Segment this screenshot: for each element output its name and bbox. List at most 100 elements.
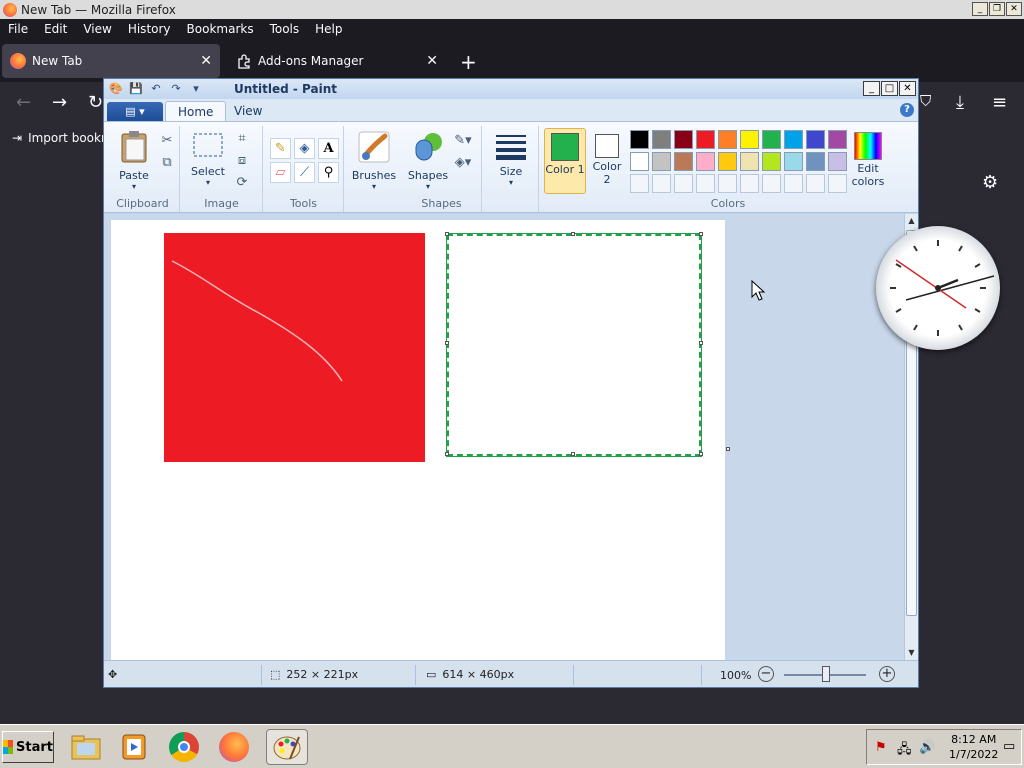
palette-swatch[interactable] [762,152,781,171]
selection-handle[interactable] [699,341,703,345]
new-tab-plus-icon[interactable]: + [460,50,477,74]
back-arrow-icon[interactable]: ← [16,92,31,113]
close-tab-icon[interactable]: ✕ [426,53,438,69]
paint-taskbar-button[interactable] [266,729,308,765]
palette-swatch[interactable] [806,130,825,149]
selection-handle[interactable] [699,452,703,456]
palette-swatch[interactable] [696,130,715,149]
menu-bookmarks[interactable]: Bookmarks [179,22,262,36]
magnifier-icon[interactable]: ⚲ [318,162,339,183]
palette-swatch[interactable] [718,152,737,171]
zoom-out-icon[interactable]: − [758,666,774,682]
custom-color-slot[interactable] [784,174,803,193]
undo-icon[interactable]: ↶ [148,82,164,96]
palette-swatch[interactable] [718,130,737,149]
selection-handle[interactable] [445,452,449,456]
pencil-icon[interactable]: ✎ [270,138,291,159]
select-button[interactable]: Select ▾ [189,132,227,187]
palette-swatch[interactable] [828,130,847,149]
network-icon[interactable]: 🖧 [897,740,912,762]
hamburger-menu-icon[interactable]: ≡ [992,92,1007,113]
custom-color-slot[interactable] [652,174,671,193]
palette-swatch[interactable] [784,152,803,171]
custom-color-slot[interactable] [718,174,737,193]
minimize-button[interactable]: _ [972,2,988,16]
selection-handle[interactable] [445,232,449,236]
edit-colors-button[interactable]: Edit colors [848,130,888,188]
custom-color-slot[interactable] [762,174,781,193]
redo-icon[interactable]: ↷ [168,82,184,96]
tab-home[interactable]: Home [165,101,227,121]
resize-icon[interactable]: ⧈ [233,152,251,170]
tab-view[interactable]: View [222,101,274,121]
menu-edit[interactable]: Edit [36,22,75,36]
palette-swatch[interactable] [762,130,781,149]
color2-button[interactable]: Color 2 [590,128,624,186]
action-center-flag-icon[interactable]: ⚑ [875,740,887,755]
palette-swatch[interactable] [696,152,715,171]
color-picker-icon[interactable]: ⟋ [294,162,315,183]
paste-button[interactable]: Paste ▾ [114,130,154,191]
save-icon[interactable]: 💾 [128,82,144,96]
palette-swatch[interactable] [806,152,825,171]
palette-swatch[interactable] [828,152,847,171]
palette-swatch[interactable] [630,130,649,149]
custom-color-slot[interactable] [630,174,649,193]
text-tool-icon[interactable]: A [318,138,339,159]
custom-color-slot[interactable] [696,174,715,193]
menu-tools[interactable]: Tools [262,22,308,36]
palette-swatch[interactable] [652,130,671,149]
fill-icon[interactable]: ◈▾ [454,154,472,172]
volume-icon[interactable]: 🔊 [919,740,935,755]
shapes-button[interactable]: Shapes ▾ [406,130,450,191]
selection-handle[interactable] [571,452,575,456]
forward-arrow-icon[interactable]: → [52,92,67,113]
eraser-icon[interactable]: ▱ [270,162,291,183]
crop-icon[interactable]: ⌗ [233,130,251,148]
palette-swatch[interactable] [740,152,759,171]
clock-gadget[interactable] [876,226,1000,350]
tab-addons-manager[interactable]: Add-ons Manager ✕ [228,44,446,78]
custom-color-slot[interactable] [740,174,759,193]
menu-help[interactable]: Help [307,22,350,36]
zoom-in-icon[interactable]: + [879,666,895,682]
paint-menu-button[interactable]: ▤ ▾ [107,102,163,121]
rotate-icon[interactable]: ⟳ [233,174,251,192]
palette-swatch[interactable] [740,130,759,149]
cut-icon[interactable]: ✂ [158,132,176,150]
paint-close-button[interactable]: ✕ [899,81,916,96]
media-player-taskbar-button[interactable] [116,729,152,765]
palette-swatch[interactable] [652,152,671,171]
custom-color-slot[interactable] [674,174,693,193]
selection-handle[interactable] [699,232,703,236]
close-tab-icon[interactable]: ✕ [200,53,212,69]
menu-view[interactable]: View [75,22,119,36]
restore-button[interactable]: ❐ [989,2,1005,16]
custom-color-slot[interactable] [806,174,825,193]
outline-icon[interactable]: ✎▾ [454,132,472,150]
customize-quick-access-icon[interactable]: ▾ [188,82,204,96]
paint-app-icon[interactable]: 🎨 [108,82,124,96]
clock-text[interactable]: 8:12 AM 1/7/2022 [949,732,998,762]
color1-button[interactable]: Color 1 [544,128,586,194]
size-button[interactable]: Size ▾ [491,132,531,187]
selection-handle[interactable] [445,341,449,345]
drawing-canvas[interactable] [111,220,725,660]
paint-minimize-button[interactable]: _ [863,81,880,96]
palette-swatch[interactable] [674,152,693,171]
gear-icon[interactable]: ⚙ [982,172,998,193]
palette-swatch[interactable] [674,130,693,149]
selection-rectangle[interactable] [446,233,702,457]
start-button[interactable]: Start [2,731,54,763]
canvas-resize-handle[interactable] [726,447,730,451]
brushes-button[interactable]: Brushes ▾ [351,130,397,191]
scroll-down-arrow-icon[interactable]: ▼ [905,646,918,660]
custom-color-slot[interactable] [828,174,847,193]
copy-icon[interactable]: ⧉ [158,154,176,172]
help-icon[interactable]: ? [900,103,914,117]
palette-swatch[interactable] [784,130,803,149]
explorer-taskbar-button[interactable] [68,729,104,765]
selection-handle[interactable] [571,232,575,236]
fill-bucket-icon[interactable]: ◈ [294,138,315,159]
download-icon[interactable]: ⤓ [956,92,964,113]
